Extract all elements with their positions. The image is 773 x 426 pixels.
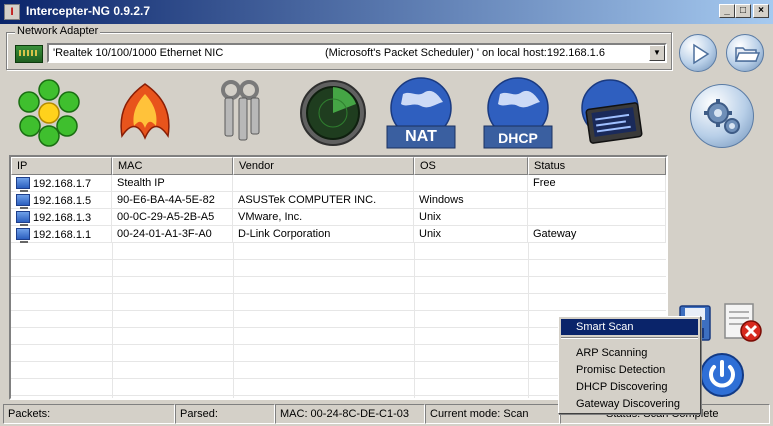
power-icon	[700, 353, 744, 397]
cell-ip: 192.168.1.5	[11, 192, 112, 209]
empty-row	[11, 243, 666, 260]
status-mode: Current mode: Scan	[425, 404, 560, 424]
title-bar: I Intercepter-NG 0.9.2.7 _ □ ×	[0, 0, 773, 24]
table-row[interactable]: 192.168.1.1 00-24-01-A1-3F-A0 D-Link Cor…	[11, 226, 666, 243]
menu-item-dhcp-discovering[interactable]: DHCP Discovering	[561, 379, 698, 395]
cell-os: Unix	[414, 209, 528, 226]
cell-mac: 00-0C-29-A5-2B-A5	[112, 209, 233, 226]
cell-mac: Stealth IP	[112, 175, 233, 192]
grid-line	[528, 243, 529, 398]
raw-mode-button[interactable]	[298, 76, 372, 150]
cell-os	[414, 175, 528, 192]
network-adapter-group: Network Adapter 'Realtek 10/100/1000 Eth…	[6, 25, 672, 70]
computer-icon	[16, 228, 30, 243]
computer-icon	[16, 211, 30, 226]
close-button[interactable]: ×	[753, 4, 769, 18]
power-button[interactable]	[699, 352, 745, 398]
cell-ip: 192.168.1.1	[11, 226, 112, 243]
network-adapter-label: Network Adapter	[15, 25, 101, 37]
resurrection-button[interactable]	[108, 76, 182, 150]
menu-separator	[561, 337, 698, 339]
password-mode-button[interactable]	[205, 76, 279, 150]
cell-status: Gateway	[528, 226, 666, 243]
clear-list-button[interactable]	[721, 300, 765, 344]
status-packets: Packets:	[3, 404, 175, 424]
ip-text: 192.168.1.1	[33, 229, 92, 241]
nat-button[interactable]: NAT	[385, 76, 459, 150]
grid-line	[414, 243, 415, 398]
delete-list-icon	[724, 303, 762, 342]
settings-button[interactable]	[690, 84, 754, 148]
table-row[interactable]: 192.168.1.7 Stealth IP Free	[11, 175, 666, 192]
empty-row	[11, 294, 666, 311]
column-os[interactable]: OS	[414, 157, 528, 175]
radar-icon	[300, 80, 366, 146]
menu-item-gateway-discovering[interactable]: Gateway Discovering	[561, 396, 698, 412]
menu-item-arp-scanning[interactable]: ARP Scanning	[561, 345, 698, 361]
computer-icon	[16, 177, 30, 192]
folder-icon	[734, 47, 761, 62]
table-row[interactable]: 192.168.1.3 00-0C-29-A5-2B-A5 VMware, In…	[11, 209, 666, 226]
cell-os: Unix	[414, 226, 528, 243]
grid-line	[112, 243, 113, 398]
dhcp-label: DHCP	[498, 130, 538, 146]
ip-text: 192.168.1.7	[33, 178, 92, 190]
column-mac[interactable]: MAC	[112, 157, 233, 175]
empty-row	[11, 277, 666, 294]
host-list-header: IP MAC Vendor OS Status	[11, 157, 666, 175]
cell-vendor: VMware, Inc.	[233, 209, 414, 226]
column-ip[interactable]: IP	[11, 157, 112, 175]
gears-icon	[704, 99, 740, 134]
cell-vendor: D-Link Corporation	[233, 226, 414, 243]
ip-text: 192.168.1.5	[33, 195, 92, 207]
adapter-host: (Microsoft's Packet Scheduler) ' on loca…	[325, 47, 605, 59]
app-icon[interactable]: I	[4, 4, 20, 20]
cell-status	[528, 209, 666, 226]
computer-icon	[16, 194, 30, 209]
adapter-select[interactable]: 'Realtek 10/100/1000 Ethernet NIC (Micro…	[47, 43, 667, 63]
scan-context-menu: Smart Scan ARP Scanning Promisc Detectio…	[558, 316, 701, 414]
ip-text: 192.168.1.3	[33, 212, 92, 224]
keys-icon	[221, 80, 260, 141]
cell-mac: 90-E6-BA-4A-5E-82	[112, 192, 233, 209]
cell-os: Windows	[414, 192, 528, 209]
column-vendor[interactable]: Vendor	[233, 157, 414, 175]
dhcp-button[interactable]: DHCP	[482, 76, 556, 150]
messenger-sniff-button[interactable]	[12, 76, 86, 150]
cell-status: Free	[528, 175, 666, 192]
column-status[interactable]: Status	[528, 157, 666, 175]
adapter-name: 'Realtek 10/100/1000 Ethernet NIC	[53, 47, 224, 59]
flower-icon	[18, 79, 80, 147]
status-mac: MAC: 00-24-8C-DE-C1-03	[275, 404, 425, 424]
cell-vendor	[233, 175, 414, 192]
cell-ip: 192.168.1.7	[11, 175, 112, 192]
grid-line	[233, 243, 234, 398]
minimize-button[interactable]: _	[719, 4, 735, 18]
cell-status	[528, 192, 666, 209]
network-card-icon	[15, 45, 43, 63]
cell-vendor: ASUSTek COMPUTER INC.	[233, 192, 414, 209]
open-file-button[interactable]	[726, 34, 764, 72]
menu-item-promisc-detection[interactable]: Promisc Detection	[561, 362, 698, 378]
scan-mode-button[interactable]	[574, 76, 648, 150]
status-parsed: Parsed:	[175, 404, 275, 424]
nat-label: NAT	[405, 128, 437, 145]
start-sniffing-button[interactable]	[679, 34, 717, 72]
cell-mac: 00-24-01-A1-3F-A0	[112, 226, 233, 243]
table-row[interactable]: 192.168.1.5 90-E6-BA-4A-5E-82 ASUSTek CO…	[11, 192, 666, 209]
maximize-button[interactable]: □	[735, 4, 751, 18]
menu-item-smart-scan[interactable]: Smart Scan	[561, 319, 698, 335]
cell-ip: 192.168.1.3	[11, 209, 112, 226]
empty-row	[11, 260, 666, 277]
window-title: Intercepter-NG 0.9.2.7	[26, 4, 151, 18]
dropdown-arrow-icon[interactable]: ▼	[649, 45, 665, 61]
play-icon	[693, 43, 710, 65]
globe-computer-icon	[581, 79, 643, 144]
phoenix-icon	[120, 83, 170, 140]
